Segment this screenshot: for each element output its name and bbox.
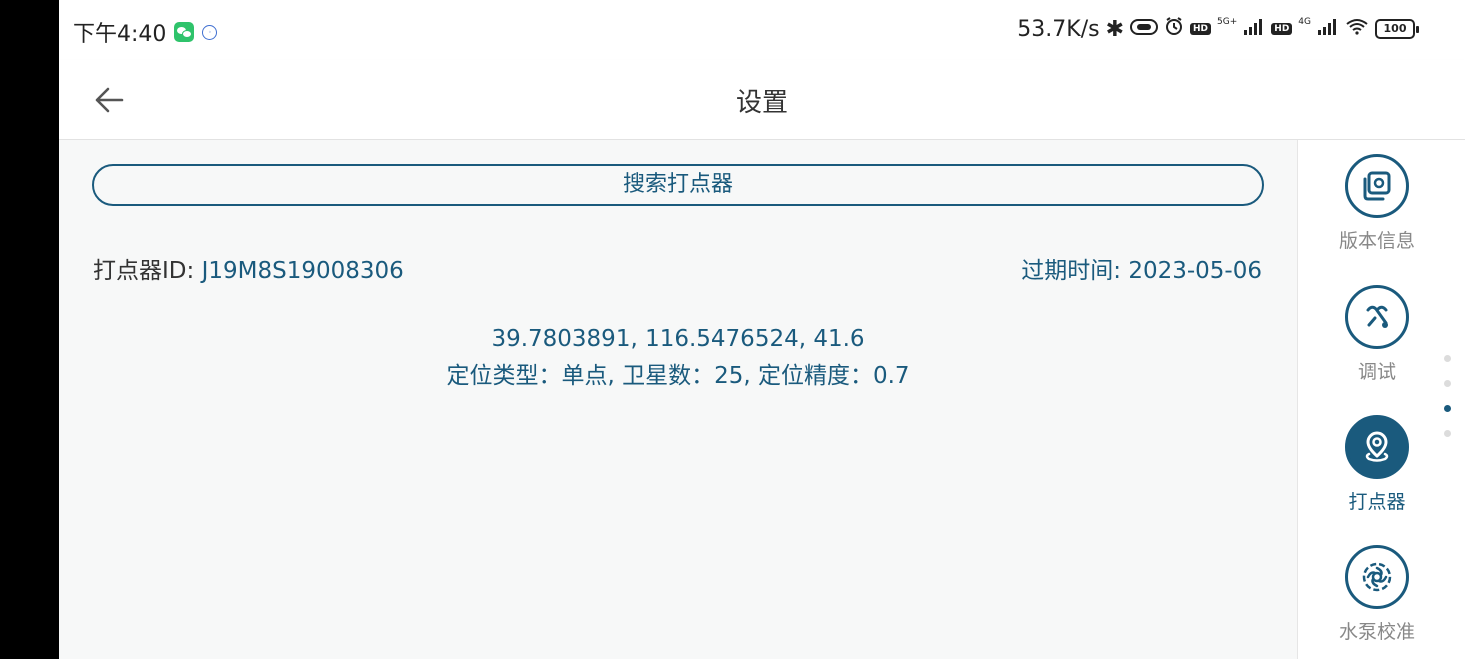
device-id-row: 打点器ID: J19M8S19008306 xyxy=(93,251,404,285)
page-dot[interactable] xyxy=(1444,380,1451,387)
signal2-label: 4G xyxy=(1298,17,1311,27)
page-title: 设置 xyxy=(735,88,788,118)
expire-value: 2023-05-06 xyxy=(1128,258,1262,284)
battery-icon: 100 xyxy=(1375,19,1419,39)
version-info-icon xyxy=(1345,154,1409,218)
status-bar: 下午4:40 ◦ 53.7K/s ✱ HD 5G+ HD 4G 100 xyxy=(59,0,1465,60)
sidebar-label-debug: 调试 xyxy=(1357,361,1396,383)
bluetooth-icon: ✱ xyxy=(1105,16,1125,42)
hd-icon: HD xyxy=(1190,23,1212,35)
debug-icon xyxy=(1345,285,1409,349)
screen-cutout xyxy=(0,0,59,659)
network-speed: 53.7K/s xyxy=(1017,16,1100,42)
expire-row: 过期时间: 2023-05-06 xyxy=(1021,251,1262,285)
status-time: 下午4:40 xyxy=(73,22,167,47)
sidebar-item-debug[interactable]: 调试 xyxy=(1298,285,1456,384)
page-indicator xyxy=(1444,355,1451,455)
wifi-icon xyxy=(1345,17,1369,42)
location-marker-icon xyxy=(1345,415,1409,479)
fix-info-text: 定位类型：单点, 卫星数：25, 定位精度：0.7 xyxy=(446,363,910,389)
sidebar-label-pump-calibration: 水泵校准 xyxy=(1338,621,1415,643)
page-dot-active[interactable] xyxy=(1444,405,1451,412)
sidebar-label-version-info: 版本信息 xyxy=(1338,230,1415,252)
signal-icon xyxy=(1243,17,1265,42)
hd-icon-2: HD xyxy=(1271,23,1293,35)
sidebar-label-marker: 打点器 xyxy=(1348,491,1406,513)
coordinates-text: 39.7803891, 116.5476524, 41.6 xyxy=(491,326,865,352)
alarm-icon xyxy=(1164,16,1184,42)
signal-icon-2 xyxy=(1317,17,1339,42)
pump-icon xyxy=(1345,545,1409,609)
page-dot[interactable] xyxy=(1444,355,1451,362)
status-right: 53.7K/s ✱ HD 5G+ HD 4G 100 xyxy=(1017,16,1419,42)
device-id-label: 打点器ID: xyxy=(93,258,195,284)
search-device-button[interactable]: 搜索打点器 xyxy=(92,164,1264,206)
device-id-value: J19M8S19008306 xyxy=(201,258,404,284)
wechat-icon xyxy=(174,22,195,42)
notification-icon: ◦ xyxy=(202,24,218,40)
signal1-label: 5G+ xyxy=(1217,17,1238,27)
link-icon xyxy=(1130,17,1159,42)
sidebar-item-marker[interactable]: 打点器 xyxy=(1298,415,1456,514)
battery-level: 100 xyxy=(1375,19,1415,39)
status-left: 下午4:40 ◦ xyxy=(73,16,218,48)
app-bar: 设置 xyxy=(59,60,1465,140)
expire-label: 过期时间: xyxy=(1021,258,1122,284)
sidebar-item-version-info[interactable]: 版本信息 xyxy=(1298,154,1456,253)
main-content: 搜索打点器 打点器ID: J19M8S19008306 过期时间: 2023-0… xyxy=(59,140,1297,659)
sidebar-item-pump-calibration[interactable]: 水泵校准 xyxy=(1298,545,1456,644)
right-sidebar: 版本信息 调试 打点器 水泵校准 xyxy=(1297,140,1465,659)
page-dot[interactable] xyxy=(1444,430,1451,437)
